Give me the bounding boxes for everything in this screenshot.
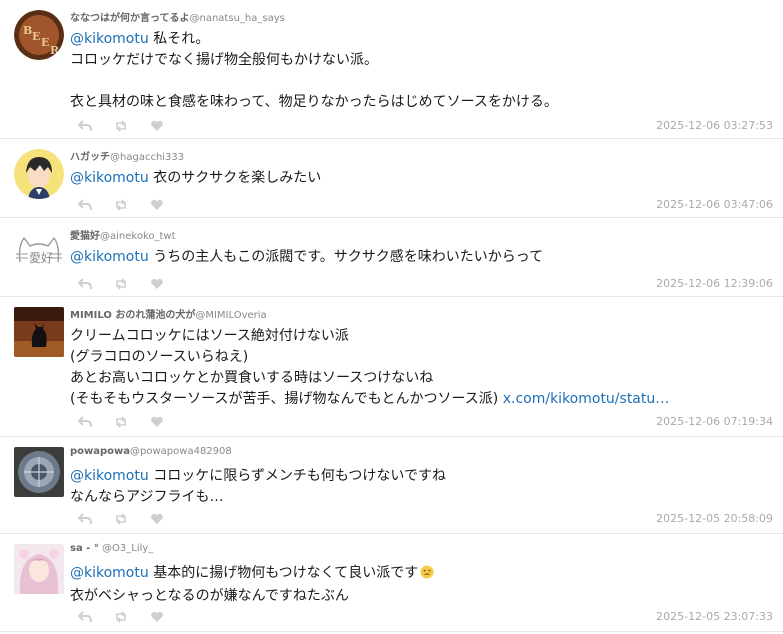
reply-header: powapowa@powapowa482908 <box>70 446 232 457</box>
display-name[interactable]: powapowa <box>70 446 130 457</box>
reply-header: ハガッチ@hagacchi333 <box>70 148 184 163</box>
handle[interactable]: @ainekoko_twt <box>100 231 176 242</box>
like-icon[interactable] <box>150 199 164 211</box>
like-icon[interactable] <box>150 416 164 428</box>
like-icon[interactable] <box>150 513 164 525</box>
reply-text: @kikomotu 基本的に揚げ物何もつけなくて良い派です 衣がベシャっとなるの… <box>70 563 773 607</box>
retweet-icon[interactable] <box>114 416 128 428</box>
reply-feed: B E E R ななつはが何か言ってるよ@nanatsu_ha_says @ki… <box>0 0 783 634</box>
anime-boy-avatar-icon <box>14 149 64 199</box>
timestamp[interactable]: 2025-12-06 07:19:34 <box>656 415 773 428</box>
like-icon[interactable] <box>150 278 164 290</box>
reply-header: sa - ° @O3_Lily_ <box>70 543 153 554</box>
action-bar <box>78 120 164 132</box>
quoted-tweet-link[interactable]: x.com/kikomotu/statu… <box>503 391 670 407</box>
mention-link[interactable]: @kikomotu <box>70 468 149 484</box>
avatar[interactable]: B E E R <box>14 10 64 60</box>
action-bar <box>78 199 164 211</box>
action-bar <box>78 611 164 623</box>
retweet-icon[interactable] <box>114 199 128 211</box>
reply-icon[interactable] <box>78 416 92 428</box>
avatar[interactable] <box>14 447 64 497</box>
reply-item: B E E R ななつはが何か言ってるよ@nanatsu_ha_says @ki… <box>0 0 783 139</box>
reply-text: @kikomotu 私それ。 コロッケだけでなく揚げ物全般何もかけない派。 衣と… <box>70 31 558 110</box>
display-name[interactable]: ななつはが何か言ってるよ <box>70 13 190 24</box>
reply-header: MIMILO おのれ蒲池の犬が@MIMILOveria <box>70 306 267 321</box>
reply-item: MIMILO おのれ蒲池の犬が@MIMILOveria クリームコロッケにはソー… <box>0 297 783 437</box>
manhole-avatar-icon <box>14 447 64 497</box>
svg-text:B: B <box>23 24 32 37</box>
svg-text:E: E <box>41 36 49 49</box>
mention-link[interactable]: @kikomotu <box>70 31 149 47</box>
avatar[interactable] <box>14 149 64 199</box>
reply-icon[interactable] <box>78 611 92 623</box>
reply-text: @kikomotu 衣のサクサクを楽しみたい <box>70 170 322 186</box>
reply-icon[interactable] <box>78 278 92 290</box>
like-icon[interactable] <box>150 611 164 623</box>
avatar[interactable] <box>14 544 64 594</box>
reply-text: @kikomotu うちの主人もこの派閥です。サクサク感を味わいたいからって <box>70 249 544 265</box>
display-name[interactable]: MIMILO おのれ蒲池の犬が <box>70 310 195 321</box>
action-bar <box>78 513 164 525</box>
handle[interactable]: @MIMILOveria <box>195 310 266 321</box>
reply-item: sa - ° @O3_Lily_ @kikomotu 基本的に揚げ物何もつけなく… <box>0 534 783 632</box>
reply-text: クリームコロッケにはソース絶対付けない派 (グラコロのソースいらねえ) あとお高… <box>70 328 670 407</box>
retweet-icon[interactable] <box>114 611 128 623</box>
black-cat-avatar-icon <box>14 307 64 357</box>
reply-item: ハガッチ@hagacchi333 @kikomotu 衣のサクサクを楽しみたい … <box>0 139 783 218</box>
handle[interactable]: @powapowa482908 <box>130 446 232 457</box>
retweet-icon[interactable] <box>114 278 128 290</box>
handle[interactable]: @nanatsu_ha_says <box>190 13 285 24</box>
handle[interactable]: @O3_Lily_ <box>102 543 153 554</box>
avatar[interactable]: 愛好 <box>14 228 64 278</box>
reply-item: 愛好 愛猫好@ainekoko_twt @kikomotu うちの主人もこの派閥… <box>0 218 783 297</box>
timestamp[interactable]: 2025-12-06 12:39:06 <box>656 277 773 290</box>
retweet-icon[interactable] <box>114 513 128 525</box>
mention-link[interactable]: @kikomotu <box>70 170 149 186</box>
reply-icon[interactable] <box>78 513 92 525</box>
reply-item: powapowa@powapowa482908 @kikomotu コロッケに限… <box>0 437 783 534</box>
avatar[interactable] <box>14 307 64 357</box>
cat-sketch-avatar-icon: 愛好 <box>14 228 64 278</box>
timestamp[interactable]: 2025-12-06 03:47:06 <box>656 198 773 211</box>
retweet-icon[interactable] <box>114 120 128 132</box>
reply-icon[interactable] <box>78 120 92 132</box>
reply-text: @kikomotu コロッケに限らずメンチも何もつけないですね なんならアジフラ… <box>70 468 446 505</box>
svg-text:R: R <box>50 44 60 57</box>
mention-link[interactable]: @kikomotu <box>70 249 149 265</box>
svg-text:愛好: 愛好 <box>29 251 53 265</box>
pink-hair-girl-avatar-icon <box>14 544 64 594</box>
reply-header: ななつはが何か言ってるよ@nanatsu_ha_says <box>70 9 285 24</box>
reply-icon[interactable] <box>78 199 92 211</box>
display-name[interactable]: sa - ° <box>70 543 99 554</box>
beer-avatar-icon: B E E R <box>14 10 64 60</box>
timestamp[interactable]: 2025-12-06 03:27:53 <box>656 119 773 132</box>
display-name[interactable]: ハガッチ <box>70 152 110 163</box>
action-bar <box>78 278 164 290</box>
handle[interactable]: @hagacchi333 <box>110 152 184 163</box>
timestamp[interactable]: 2025-12-05 20:58:09 <box>656 512 773 525</box>
action-bar <box>78 416 164 428</box>
timestamp[interactable]: 2025-12-05 23:07:33 <box>656 610 773 623</box>
like-icon[interactable] <box>150 120 164 132</box>
emoji-icon <box>420 565 434 586</box>
svg-text:E: E <box>32 30 40 43</box>
mention-link[interactable]: @kikomotu <box>70 565 149 581</box>
display-name[interactable]: 愛猫好 <box>70 231 100 242</box>
reply-header: 愛猫好@ainekoko_twt <box>70 227 176 242</box>
